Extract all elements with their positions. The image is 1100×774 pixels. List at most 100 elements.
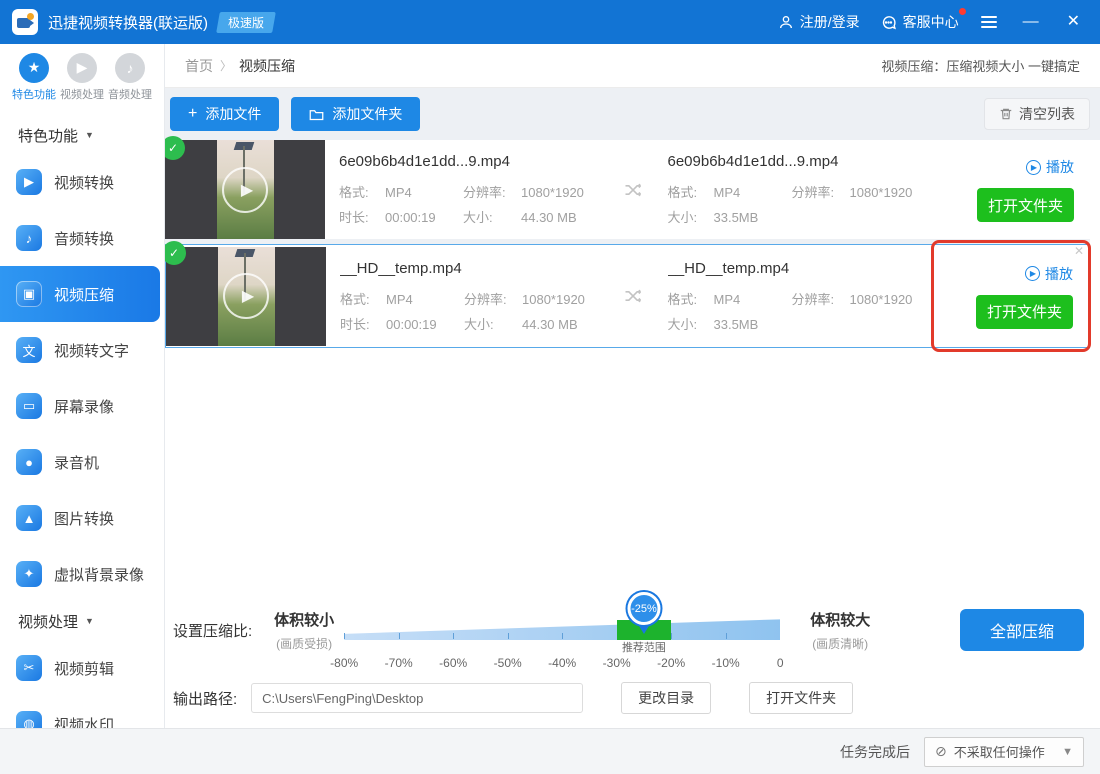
play-link[interactable]: ▶ 播放: [1026, 157, 1074, 177]
mode-featured[interactable]: ★ 特色功能: [10, 53, 58, 102]
output-filename: __HD__temp.mp4: [668, 260, 940, 277]
empty-area: [165, 348, 1100, 590]
output-file-info: __HD__temp.mp4 格式:MP4分辨率:1080*1920 大小:33…: [654, 260, 940, 333]
open-output-folder-button[interactable]: 打开文件夹: [749, 682, 853, 714]
close-icon[interactable]: ✕: [1074, 244, 1084, 258]
sidebar-nav: 特色功能 ▼ ▶ 视频转换 ♪ 音频转换 ▣ 视频压缩 文 视频转文字: [0, 110, 164, 728]
tick-label: -30%: [603, 656, 631, 670]
minimize-button[interactable]: —: [1019, 14, 1043, 30]
sidebar-item-image-convert[interactable]: ▲ 图片转换: [0, 490, 164, 546]
no-action-icon: ⊘: [935, 743, 947, 760]
close-button[interactable]: ✕: [1063, 14, 1084, 30]
sidebar-item-screen-record[interactable]: ▭ 屏幕录像: [0, 378, 164, 434]
play-link[interactable]: ▶ 播放: [1025, 264, 1073, 284]
source-file-info: 6e09b6b4d1e1dd...9.mp4 格式:MP4分辨率:1080*19…: [325, 153, 612, 226]
mode-strip: ★ 特色功能 ▶ 视频处理 ♪ 音频处理: [0, 44, 164, 110]
audio-convert-icon: ♪: [16, 225, 42, 251]
source-filename: __HD__temp.mp4: [340, 260, 612, 277]
titlebar: 迅捷视频转换器(联运版) 极速版 注册/登录 客服中心 — ✕: [0, 0, 1100, 44]
video-convert-icon: ▶: [16, 169, 42, 195]
statusbar: 任务完成后 ⊘ 不采取任何操作 ▼: [0, 728, 1100, 774]
row-actions: ▶ 播放 打开文件夹: [940, 157, 1090, 222]
file-list: ✓ ▶ 6e09b6b4d1e1dd...9.mp4 格式:MP4分辨率:108…: [165, 140, 1100, 348]
sidebar-item-video-edit[interactable]: ✂ 视频剪辑: [0, 640, 164, 696]
tick-label: -70%: [385, 656, 413, 670]
image-convert-icon: ▲: [16, 505, 42, 531]
service-center-button[interactable]: 客服中心: [880, 12, 959, 32]
tick-label: -50%: [494, 656, 522, 670]
source-filename: 6e09b6b4d1e1dd...9.mp4: [339, 153, 612, 170]
sidebar-item-virtual-background[interactable]: ✦ 虚拟背景录像: [0, 546, 164, 602]
file-row[interactable]: ✓ ▶ 6e09b6b4d1e1dd...9.mp4 格式:MP4分辨率:108…: [165, 140, 1090, 239]
user-icon: [778, 14, 794, 30]
tick-label: -10%: [712, 656, 740, 670]
compression-slider[interactable]: 推荐范围 -25% -80% -70% -60% -50% -40% -30% …: [344, 590, 780, 670]
slider-tick: [671, 633, 672, 639]
sidebar-item-video-to-text[interactable]: 文 视频转文字: [0, 322, 164, 378]
after-task-select[interactable]: ⊘ 不采取任何操作 ▼: [924, 737, 1084, 767]
tick-label: -60%: [439, 656, 467, 670]
tick-label: -80%: [330, 656, 358, 670]
after-task-label: 任务完成后: [840, 742, 910, 762]
mode-audio-processing[interactable]: ♪ 音频处理: [106, 53, 154, 102]
main-area: 首页 〉 视频压缩 视频压缩：压缩视频大小 一键搞定 + 添加文件 添加文件夹: [165, 44, 1100, 728]
trash-icon: [999, 107, 1013, 121]
screen-record-icon: ▭: [16, 393, 42, 419]
video-compress-icon: ▣: [16, 281, 42, 307]
compression-section: 设置压缩比: 体积较小 (画质受损): [165, 590, 1100, 676]
sidebar-item-voice-recorder[interactable]: ● 录音机: [0, 434, 164, 490]
clear-list-button[interactable]: 清空列表: [984, 98, 1090, 130]
notification-dot: [959, 8, 966, 15]
nav-group-featured[interactable]: 特色功能 ▼: [0, 116, 164, 154]
play-icon: ▶: [1026, 160, 1041, 175]
video-thumbnail: ▶: [166, 247, 326, 346]
slider-tick: [399, 633, 400, 639]
video-thumbnail: ▶: [165, 140, 325, 239]
convert-arrows-icon: [612, 180, 654, 200]
file-row[interactable]: ✓ ▶ __HD__temp.mp4 格式:MP4分辨率:1080*1920 时…: [165, 244, 1090, 348]
row-actions: ▶ 播放 打开文件夹: [939, 264, 1089, 329]
chat-icon: [880, 14, 897, 31]
breadcrumb-home[interactable]: 首页: [185, 56, 213, 76]
output-path-input[interactable]: [251, 683, 583, 713]
tick-label: -40%: [548, 656, 576, 670]
menu-button[interactable]: [979, 12, 999, 32]
open-folder-button[interactable]: 打开文件夹: [976, 295, 1073, 329]
sidebar-item-video-compress[interactable]: ▣ 视频压缩: [0, 266, 160, 322]
folder-icon: [309, 108, 324, 121]
compression-ratio-label: 设置压缩比:: [173, 620, 252, 641]
video-to-text-icon: 文: [16, 337, 42, 363]
recommended-range-label: 推荐范围: [622, 639, 666, 655]
play-overlay-icon[interactable]: ▶: [222, 167, 268, 213]
mode-video-processing[interactable]: ▶ 视频处理: [58, 53, 106, 102]
video-watermark-icon: ◍: [16, 711, 42, 728]
sidebar-item-video-convert[interactable]: ▶ 视频转换: [0, 154, 164, 210]
page-tagline: 视频压缩：压缩视频大小 一键搞定: [881, 56, 1080, 75]
film-icon: ▶: [67, 53, 97, 83]
play-overlay-icon[interactable]: ▶: [223, 273, 269, 319]
music-note-icon: ♪: [115, 53, 145, 83]
virtual-background-icon: ✦: [16, 561, 42, 587]
app-title: 迅捷视频转换器(联运版): [48, 12, 208, 33]
login-button[interactable]: 注册/登录: [778, 12, 860, 32]
slider-tick: [726, 633, 727, 639]
add-file-button[interactable]: + 添加文件: [170, 97, 279, 131]
sidebar-item-audio-convert[interactable]: ♪ 音频转换: [0, 210, 164, 266]
sidebar-item-video-watermark[interactable]: ◍ 视频水印: [0, 696, 164, 728]
open-folder-button[interactable]: 打开文件夹: [977, 188, 1074, 222]
add-folder-button[interactable]: 添加文件夹: [291, 97, 420, 131]
nav-group-video-processing[interactable]: 视频处理 ▼: [0, 602, 164, 640]
sidebar: ★ 特色功能 ▶ 视频处理 ♪ 音频处理 特色功能 ▼ ▶: [0, 44, 165, 728]
breadcrumb-separator: 〉: [220, 57, 232, 74]
slider-pin[interactable]: -25%: [627, 592, 660, 625]
video-edit-icon: ✂: [16, 655, 42, 681]
plus-icon: +: [188, 105, 197, 123]
slider-tick: [453, 633, 454, 639]
caret-down-icon: ▼: [85, 130, 94, 140]
toolbar: + 添加文件 添加文件夹 清空列表: [165, 88, 1100, 140]
play-icon: ▶: [1025, 266, 1040, 281]
change-directory-button[interactable]: 更改目录: [621, 682, 711, 714]
output-file-info: 6e09b6b4d1e1dd...9.mp4 格式:MP4分辨率:1080*19…: [654, 153, 941, 226]
compress-all-button[interactable]: 全部压缩: [960, 609, 1084, 651]
voice-recorder-icon: ●: [16, 449, 42, 475]
